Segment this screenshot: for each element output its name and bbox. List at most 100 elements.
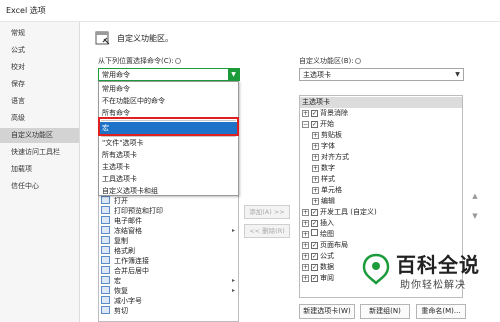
dropdown-option[interactable]: 常用命令	[100, 83, 237, 95]
tree-item-background-removal[interactable]: + ✓ 背景消除	[302, 108, 348, 119]
tree-item-label: 公式	[320, 252, 334, 260]
cut-icon	[101, 306, 110, 314]
email-icon	[101, 216, 110, 224]
freeze-panes-icon	[101, 226, 110, 234]
checkbox[interactable]: ✓	[311, 242, 318, 249]
list-item[interactable]: 工作簿连接	[101, 256, 238, 266]
tree-item-label: 数据	[320, 263, 334, 271]
chevron-down-icon[interactable]: ▼	[452, 69, 463, 80]
customize-ribbon-combo[interactable]: 主选项卡 ▼	[299, 68, 464, 81]
expand-icon[interactable]: +	[312, 198, 319, 205]
tree-item-page-layout[interactable]: + ✓ 页面布局	[302, 240, 348, 251]
customize-ribbon-text: 自定义功能区(B):	[299, 57, 354, 65]
list-item[interactable]: 打印预览和打印	[101, 206, 238, 216]
expand-icon[interactable]: +	[312, 187, 319, 194]
list-item[interactable]: 恢复 ▸	[101, 286, 238, 296]
remove-button[interactable]: << 删除(R)	[244, 224, 290, 238]
open-icon	[101, 196, 110, 204]
collapse-icon[interactable]: −	[302, 121, 309, 128]
dropdown-option[interactable]: "文件"选项卡	[100, 137, 237, 149]
sidebar-item-trust-center[interactable]: 信任中心	[0, 179, 79, 194]
tree-item-label: 编辑	[321, 197, 335, 205]
sidebar-item-general[interactable]: 常规	[0, 26, 79, 41]
expand-icon[interactable]: +	[302, 220, 309, 227]
sidebar-item-formulas[interactable]: 公式	[0, 43, 79, 58]
dropdown-option[interactable]: 自定义选项卡和组	[100, 185, 237, 197]
chevron-down-icon[interactable]: ▼	[228, 69, 239, 80]
add-button[interactable]: 添加(A) >>	[244, 205, 290, 219]
tree-item-insert[interactable]: + ✓ 插入	[302, 218, 334, 229]
tree-item-alignment[interactable]: + 对齐方式	[312, 152, 349, 163]
checkbox[interactable]: ✓	[311, 121, 318, 128]
tree-item-number[interactable]: + 数字	[312, 163, 335, 174]
move-up-icon[interactable]: ▲	[470, 190, 480, 202]
choose-commands-dropdown[interactable]: 常用命令 不在功能区中的命令 所有命令 宏 "文件"选项卡 所有选项卡 主选项卡…	[98, 81, 239, 196]
sidebar-item-language[interactable]: 语言	[0, 94, 79, 109]
expand-icon[interactable]: +	[312, 176, 319, 183]
tree-item-label: 数字	[321, 164, 335, 172]
tree-item-label: 剪贴板	[321, 131, 342, 139]
tree-item-label: 开始	[320, 120, 334, 128]
sidebar-item-customize-ribbon[interactable]: 自定义功能区	[0, 128, 79, 143]
move-down-icon[interactable]: ▼	[470, 210, 480, 222]
choose-commands-value: 常用命令	[102, 71, 130, 79]
new-tab-button[interactable]: 新建选项卡(W)	[299, 304, 355, 319]
sidebar-item-addins[interactable]: 加载项	[0, 162, 79, 177]
checkbox[interactable]: ✓	[311, 275, 318, 282]
checkbox[interactable]: ✓	[311, 253, 318, 260]
tree-item-label: 审阅	[320, 274, 334, 282]
dropdown-option[interactable]: 工具选项卡	[100, 173, 237, 185]
list-item[interactable]: 合并后居中	[101, 266, 238, 276]
sidebar-item-quick-access-toolbar[interactable]: 快速访问工具栏	[0, 145, 79, 160]
tree-item-data[interactable]: + ✓ 数据	[302, 262, 334, 273]
commands-list[interactable]: 打开 打印预览和打印 电子邮件 冻结窗格 ▸ 复制 格式刷 工作簿连接 合并后居中…	[98, 193, 239, 322]
choose-commands-combo[interactable]: 常用命令 ▼	[98, 68, 240, 81]
expand-icon[interactable]: +	[302, 242, 309, 249]
dropdown-option[interactable]: 主选项卡	[100, 161, 237, 173]
tree-header: 主选项卡	[300, 97, 462, 108]
tree-item-label: 开发工具 (自定义)	[320, 208, 377, 216]
checkbox[interactable]: ✓	[311, 220, 318, 227]
expand-icon[interactable]: +	[312, 154, 319, 161]
dropdown-option[interactable]: 不在功能区中的命令	[100, 95, 237, 107]
tree-item-developer[interactable]: + ✓ 开发工具 (自定义)	[302, 207, 377, 218]
tree-item-styles[interactable]: + 样式	[312, 174, 335, 185]
tree-item-home[interactable]: − ✓ 开始	[302, 119, 334, 130]
expand-icon[interactable]: +	[302, 231, 309, 238]
sidebar-item-proofing[interactable]: 校对	[0, 60, 79, 75]
list-item[interactable]: 冻结窗格 ▸	[101, 226, 238, 236]
sidebar-item-advanced[interactable]: 高级	[0, 111, 79, 126]
checkbox[interactable]: ✓	[311, 264, 318, 271]
tree-item-clipboard[interactable]: + 剪贴板	[312, 130, 342, 141]
expand-icon[interactable]: +	[302, 253, 309, 260]
sidebar-item-save[interactable]: 保存	[0, 77, 79, 92]
tree-item-review[interactable]: + ✓ 审阅	[302, 273, 334, 284]
baike-logo-icon	[362, 253, 390, 285]
command-label: 复制	[114, 237, 128, 245]
expand-icon[interactable]: +	[302, 110, 309, 117]
list-item[interactable]: 减小字号	[101, 296, 238, 306]
tree-item-formulas[interactable]: + ✓ 公式	[302, 251, 334, 262]
list-item[interactable]: 打开	[101, 196, 238, 206]
command-label: 电子邮件	[114, 217, 142, 225]
list-item[interactable]: 格式刷	[101, 246, 238, 256]
list-item[interactable]: 剪切	[101, 306, 238, 316]
tree-item-editing[interactable]: + 编辑	[312, 196, 335, 207]
checkbox[interactable]: ✓	[311, 110, 318, 117]
expand-icon[interactable]: +	[302, 264, 309, 271]
expand-icon[interactable]: +	[312, 132, 319, 139]
expand-icon[interactable]: +	[302, 275, 309, 282]
checkbox[interactable]: ✓	[311, 209, 318, 216]
expand-icon[interactable]: +	[312, 165, 319, 172]
tree-item-cells[interactable]: + 单元格	[312, 185, 342, 196]
dropdown-option[interactable]: 所有选项卡	[100, 149, 237, 161]
expand-icon[interactable]: +	[312, 143, 319, 150]
tree-item-draw[interactable]: + 绘图	[302, 229, 334, 240]
list-item[interactable]: 电子邮件	[101, 216, 238, 226]
tree-item-font[interactable]: + 字体	[312, 141, 335, 152]
list-item[interactable]: 宏 ▸	[101, 276, 238, 286]
list-item[interactable]: 复制	[101, 236, 238, 246]
tree-item-label: 样式	[321, 175, 335, 183]
checkbox[interactable]	[311, 229, 318, 236]
expand-icon[interactable]: +	[302, 209, 309, 216]
